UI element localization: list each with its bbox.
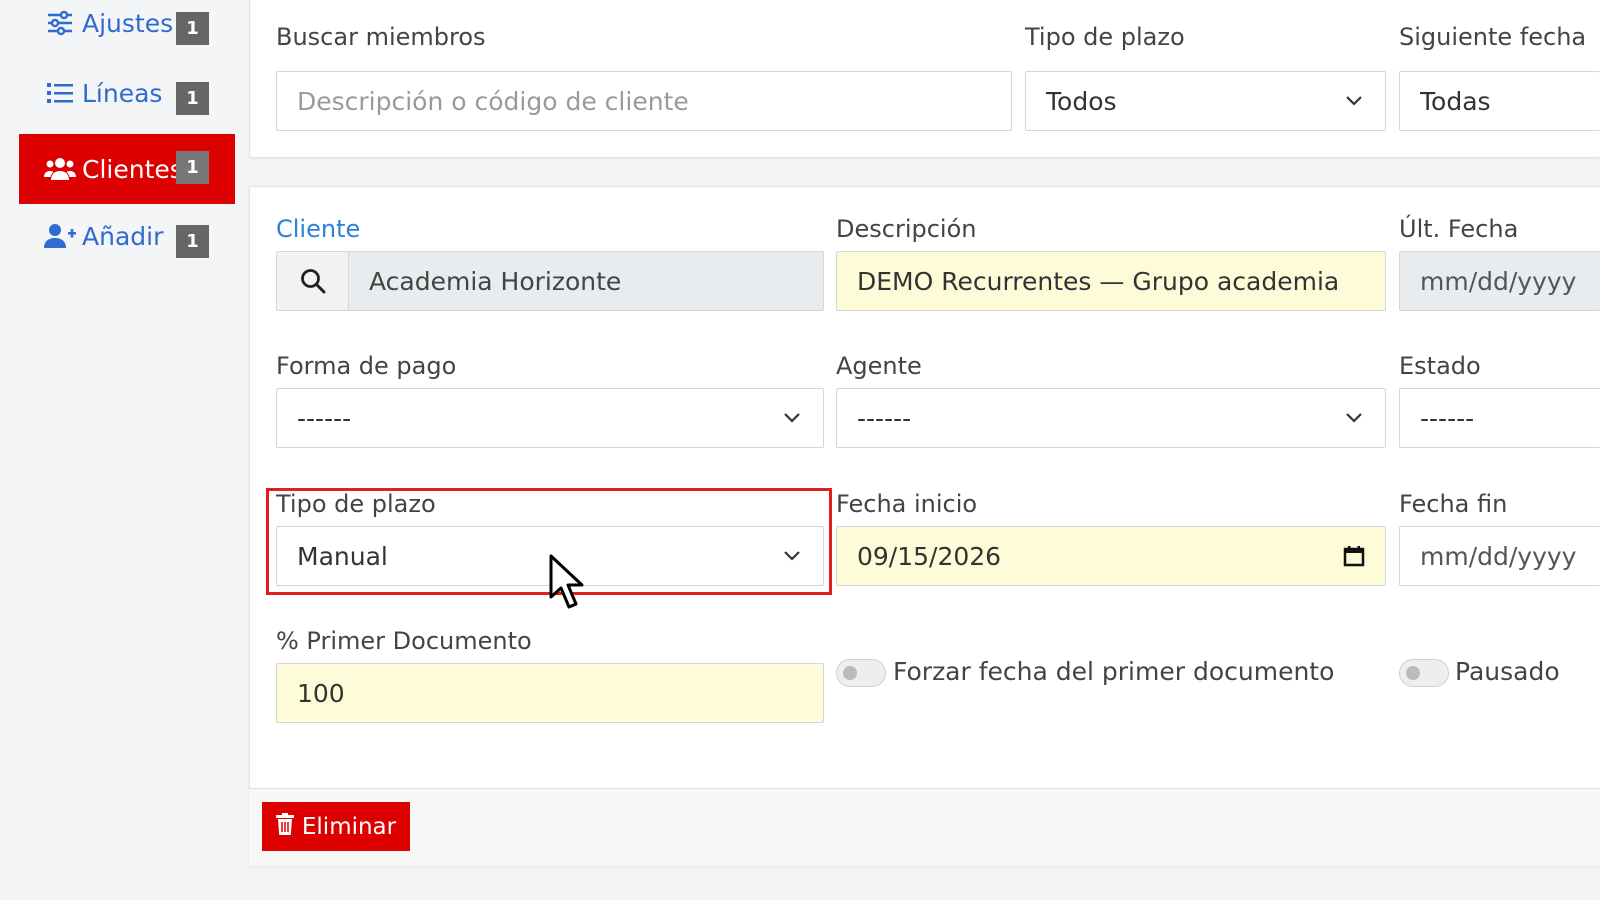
term-type-filter-value: Todos	[1046, 86, 1117, 116]
chevron-down-icon	[1343, 407, 1365, 429]
sidebar-item-label: Añadir	[82, 221, 164, 251]
agent-value: ------	[857, 403, 912, 433]
sidebar-item-label: Clientes	[82, 154, 183, 184]
sidebar-item-label: Líneas	[82, 78, 163, 108]
next-date-filter-value: Todas	[1420, 86, 1491, 116]
list-icon	[44, 77, 76, 109]
start-date-input[interactable]: 09/15/2026	[836, 526, 1386, 586]
search-label: Buscar miembros	[276, 23, 486, 51]
description-value: DEMO Recurrentes — Grupo academia	[857, 266, 1340, 296]
first-doc-value: 100	[297, 678, 345, 708]
search-icon[interactable]	[277, 252, 349, 310]
payment-select[interactable]: ------	[276, 388, 824, 448]
start-date-value: 09/15/2026	[857, 541, 1002, 571]
first-doc-input[interactable]: 100	[276, 663, 824, 723]
sidebar-item-ajustes[interactable]: Ajustes 1	[19, 0, 235, 58]
term-type-filter-select[interactable]: Todos	[1025, 71, 1386, 131]
end-date-input[interactable]: mm/dd/yyyy	[1399, 526, 1600, 586]
agent-select[interactable]: ------	[836, 388, 1386, 448]
client-field[interactable]: Academia Horizonte	[276, 251, 824, 311]
trash-icon	[275, 812, 294, 841]
force-date-toggle[interactable]	[836, 659, 886, 687]
last-date-input: mm/dd/yyyy	[1399, 251, 1600, 311]
end-date-label: Fecha fin	[1399, 490, 1508, 518]
client-label[interactable]: Cliente	[276, 215, 360, 243]
payment-value: ------	[297, 403, 352, 433]
next-date-filter-label: Siguiente fecha	[1399, 23, 1587, 51]
sidebar-item-anadir[interactable]: Añadir 1	[19, 201, 235, 271]
count-badge: 1	[176, 225, 209, 258]
count-badge: 1	[176, 151, 209, 184]
next-date-filter-select[interactable]: Todas	[1399, 71, 1600, 131]
status-select[interactable]: ------	[1399, 388, 1600, 448]
form-footer	[249, 788, 1600, 866]
chevron-down-icon	[781, 407, 803, 429]
start-date-label: Fecha inicio	[836, 490, 978, 518]
agent-label: Agente	[836, 352, 922, 380]
term-type-value: Manual	[297, 541, 388, 571]
count-badge: 1	[176, 12, 209, 45]
paused-toggle[interactable]	[1399, 659, 1449, 687]
mouse-cursor-icon	[548, 553, 594, 613]
delete-button[interactable]: Eliminar	[262, 802, 410, 851]
calendar-icon[interactable]	[1343, 545, 1365, 567]
sidebar: Ajustes 1 Líneas 1 Clientes 1 Añadir 1	[0, 0, 240, 900]
paused-label: Pausado	[1455, 657, 1560, 686]
chevron-down-icon	[781, 545, 803, 567]
force-date-label: Forzar fecha del primer documento	[893, 657, 1335, 686]
search-input[interactable]: Descripción o código de cliente	[276, 71, 1012, 131]
sidebar-item-lineas[interactable]: Líneas 1	[19, 58, 235, 128]
client-value: Academia Horizonte	[349, 252, 823, 310]
users-icon	[44, 153, 76, 185]
sidebar-item-label: Ajustes	[82, 8, 174, 38]
description-input[interactable]: DEMO Recurrentes — Grupo academia	[836, 251, 1386, 311]
chevron-down-icon	[1343, 90, 1365, 112]
term-type-label: Tipo de plazo	[276, 490, 436, 518]
sliders-icon	[44, 7, 76, 39]
payment-label: Forma de pago	[276, 352, 457, 380]
count-badge: 1	[176, 82, 209, 115]
last-date-label: Últ. Fecha	[1399, 215, 1519, 243]
sidebar-item-clientes[interactable]: Clientes 1	[19, 134, 235, 204]
term-type-filter-label: Tipo de plazo	[1025, 23, 1185, 51]
delete-label: Eliminar	[301, 813, 397, 840]
first-doc-label: % Primer Documento	[276, 627, 532, 655]
status-label: Estado	[1399, 352, 1481, 380]
description-label: Descripción	[836, 215, 977, 243]
status-value: ------	[1420, 403, 1475, 433]
user-plus-icon	[44, 220, 76, 252]
